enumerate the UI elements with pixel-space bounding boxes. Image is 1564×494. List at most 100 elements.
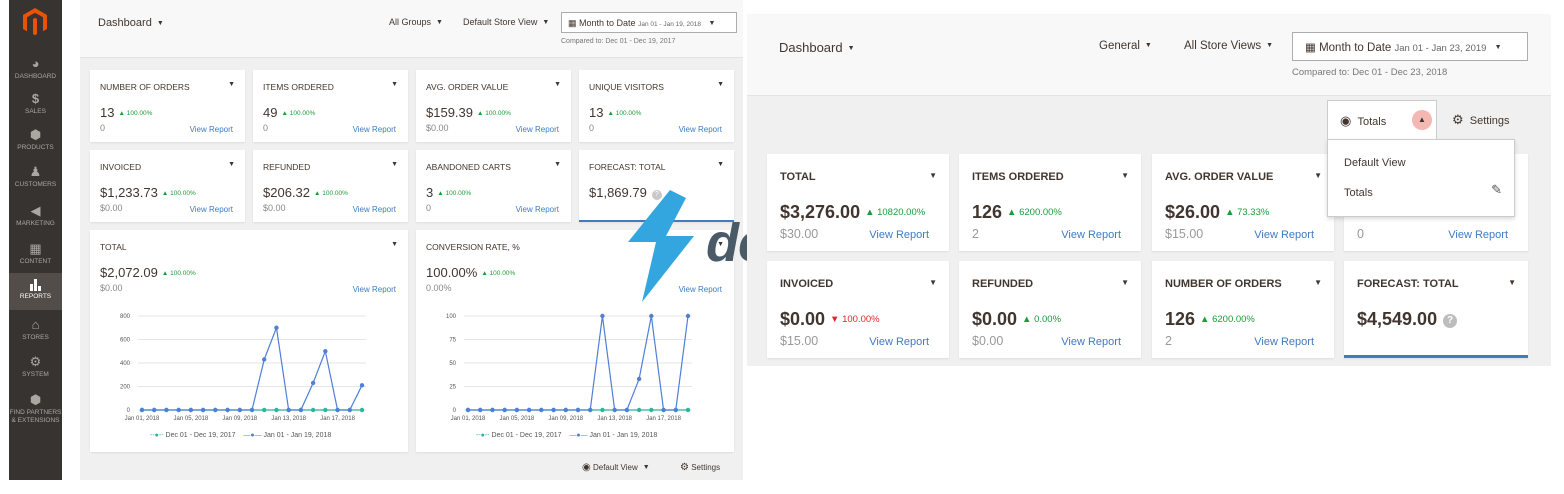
sidebar-item-customers[interactable]: ♟ CUSTOMERS — [9, 165, 62, 189]
card-menu-chevron-icon[interactable]: ▼ — [554, 161, 561, 168]
legend-item: Jan 01 - Jan 19, 2018 — [263, 432, 332, 439]
dashboard-view-switcher[interactable]: Dashboard ▼ — [98, 17, 164, 29]
store-view-filter[interactable]: Default Store View ▼ — [463, 17, 549, 27]
card-menu-chevron-icon[interactable]: ▼ — [929, 171, 937, 180]
person-icon: ♟ — [29, 164, 42, 179]
view-report-link[interactable]: View Report — [679, 125, 722, 134]
scope-filter[interactable]: General ▼ — [1099, 40, 1152, 52]
magento-logo-icon[interactable] — [23, 8, 47, 36]
sidebar-item-products[interactable]: ⬢ PRODUCTS — [9, 128, 62, 152]
card-menu-chevron-icon[interactable]: ▼ — [1121, 171, 1129, 180]
card-value: 126 — [1165, 309, 1196, 329]
store-view-filter[interactable]: All Store Views ▼ — [1184, 40, 1273, 52]
card-previous-value: 0 — [263, 123, 269, 133]
card-menu-chevron-icon[interactable]: ▼ — [554, 81, 561, 88]
settings-label: Settings — [691, 463, 721, 472]
card-menu-chevron-icon[interactable]: ▼ — [391, 241, 398, 248]
date-range-picker[interactable]: ▦ Month to Date Jan 01 - Jan 19, 2018 ▼ — [561, 12, 737, 33]
sidebar-item-stores[interactable]: ⌂ STORES — [9, 318, 62, 342]
sidebar-item-content[interactable]: ▦ CONTENT — [9, 242, 62, 266]
card-title: TOTAL — [100, 242, 127, 252]
card-previous-value: 2 — [1165, 334, 1172, 348]
kpi-card: ABANDONED CARTS ▼ 3 ▲ 100.00% 0 View Repo… — [416, 150, 571, 222]
sidebar-item-reports[interactable]: REPORTS — [9, 273, 62, 310]
view-report-link[interactable]: View Report — [869, 336, 929, 348]
view-report-link[interactable]: View Report — [1254, 336, 1314, 348]
view-report-link[interactable]: View Report — [1254, 229, 1314, 241]
y-tick-label: 200 — [120, 385, 131, 391]
card-menu-chevron-icon[interactable]: ▼ — [929, 278, 937, 287]
card-previous-value: $0.00 — [972, 334, 1004, 348]
sidebar-item-dashboard[interactable]: ◕ DASHBOARD — [9, 57, 62, 81]
data-point — [661, 407, 666, 413]
card-menu-chevron-icon[interactable]: ▼ — [1508, 278, 1516, 287]
view-report-link[interactable]: View Report — [353, 205, 396, 214]
view-report-link[interactable]: View Report — [190, 205, 233, 214]
data-point — [262, 407, 267, 413]
view-report-link[interactable]: View Report — [516, 125, 559, 134]
chevron-up-icon[interactable]: ▲ — [1412, 110, 1432, 130]
sidebar-item-find-partners[interactable]: ⬢ FIND PARTNERS & EXTENSIONS — [9, 393, 62, 425]
view-report-link[interactable]: View Report — [353, 285, 396, 294]
view-report-link[interactable]: View Report — [869, 229, 929, 241]
data-point — [286, 407, 291, 413]
bar-chart-icon — [30, 279, 41, 291]
card-value: 3 — [426, 185, 434, 200]
settings-button[interactable]: ⚙ Settings — [680, 462, 720, 473]
menu-item-default-view[interactable]: Default View — [1344, 157, 1406, 169]
card-menu-chevron-icon[interactable]: ▼ — [391, 161, 398, 168]
sidebar-item-label: CUSTOMERS — [14, 181, 57, 188]
card-menu-chevron-icon[interactable]: ▼ — [1314, 278, 1322, 287]
kpi-card: ITEMS ORDERED ▼ 126 ▲ 6200.00% 2 View Rep… — [959, 154, 1141, 251]
menu-item-totals[interactable]: Totals — [1344, 187, 1373, 199]
card-menu-chevron-icon[interactable]: ▼ — [717, 81, 724, 88]
data-point — [359, 383, 365, 388]
card-value: $206.32 — [263, 185, 310, 200]
card-previous-value: $0.00 — [263, 203, 286, 213]
data-point — [359, 407, 365, 413]
sidebar-item-marketing[interactable]: ◀ MARKETING — [9, 204, 62, 228]
view-report-link[interactable]: View Report — [516, 205, 559, 214]
card-title: INVOICED — [780, 278, 834, 290]
view-report-link[interactable]: View Report — [1061, 336, 1121, 348]
y-tick-label: 25 — [449, 385, 456, 391]
pencil-icon[interactable]: ✎ — [1491, 182, 1502, 198]
card-menu-chevron-icon[interactable]: ▼ — [391, 81, 398, 88]
settings-button[interactable]: ⚙ Settings — [1452, 112, 1510, 128]
compared-period-text: Compared to: Dec 01 - Dec 23, 2018 — [1292, 67, 1448, 78]
sidebar-item-sales[interactable]: $ SALES — [9, 92, 62, 116]
chevron-down-icon: ▼ — [1266, 42, 1274, 50]
gear-icon: ⚙ — [1452, 112, 1464, 127]
data-point — [465, 407, 471, 413]
card-value: 126 — [972, 202, 1003, 222]
view-selector[interactable]: ◉ Default View ▼ — [582, 462, 650, 473]
eye-icon: ◉ — [582, 462, 591, 473]
sidebar-item-system[interactable]: ⚙ SYSTEM — [9, 355, 62, 379]
help-icon[interactable]: ? — [1443, 314, 1458, 328]
view-report-link[interactable]: View Report — [1448, 229, 1508, 241]
sidebar-item-label: SYSTEM — [22, 371, 49, 378]
card-menu-chevron-icon[interactable]: ▼ — [717, 161, 724, 168]
card-value: $159.39 — [426, 105, 473, 120]
card-menu-chevron-icon[interactable]: ▼ — [228, 161, 235, 168]
legend-marker-icon: --●-- — [150, 432, 164, 439]
x-tick-label: Jan 05, 2018 — [500, 416, 535, 422]
view-report-link[interactable]: View Report — [1061, 229, 1121, 241]
dashboard-view-switcher[interactable]: Dashboard ▼ — [779, 40, 855, 55]
card-value: $1,233.73 — [100, 185, 158, 200]
card-menu-chevron-icon[interactable]: ▼ — [228, 81, 235, 88]
card-value: $0.00 — [780, 309, 826, 329]
customer-group-filter[interactable]: All Groups ▼ — [389, 17, 443, 27]
data-point — [685, 313, 691, 319]
view-report-link[interactable]: View Report — [190, 125, 233, 134]
date-range-picker[interactable]: ▦ Month to Date Jan 01 - Jan 23, 2019 ▼ — [1292, 32, 1528, 61]
data-point — [636, 407, 642, 413]
view-report-link[interactable]: View Report — [353, 125, 396, 134]
card-menu-chevron-icon[interactable]: ▼ — [1314, 171, 1322, 180]
y-tick-label: 400 — [120, 361, 131, 367]
totals-view-dropdown-button[interactable]: ◉ Totals ▲ — [1327, 100, 1437, 140]
card-menu-chevron-icon[interactable]: ▼ — [1121, 278, 1129, 287]
sidebar-item-label: SALES — [25, 108, 46, 115]
y-tick-label: 50 — [449, 361, 456, 367]
data-point — [600, 407, 605, 413]
